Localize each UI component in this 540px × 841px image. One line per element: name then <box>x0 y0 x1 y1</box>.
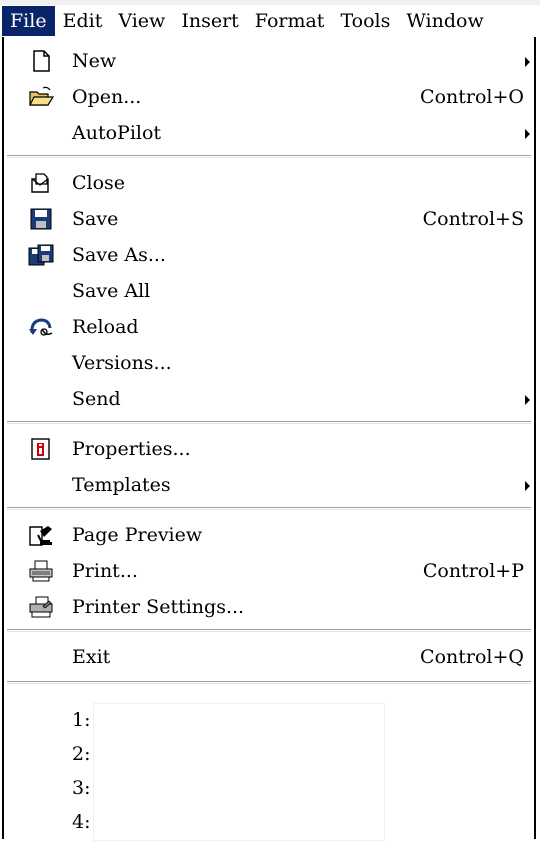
menu-item-label: Save <box>72 208 119 230</box>
menu-item-printer-settings[interactable]: Printer Settings... <box>4 589 534 625</box>
menu-item-label: Printer Settings... <box>72 596 245 618</box>
recent-file-3[interactable]: 3: <box>72 771 102 805</box>
menu-item-label: Open... <box>72 86 142 108</box>
close-document-icon <box>28 171 54 195</box>
menu-item-save-all[interactable]: Save All <box>4 273 534 309</box>
menu-item-close[interactable]: Close <box>4 165 534 201</box>
reload-icon <box>28 315 54 339</box>
menu-item-label: Versions... <box>72 352 172 374</box>
submenu-arrow-icon <box>525 481 530 491</box>
menu-item-print[interactable]: Print... Control+P <box>4 553 534 589</box>
menu-item-page-preview[interactable]: Page Preview <box>4 517 534 553</box>
menu-separator <box>7 421 531 423</box>
menu-format[interactable]: Format <box>247 6 333 36</box>
menu-item-label: Save All <box>72 280 151 302</box>
menu-item-label: Send <box>72 388 121 410</box>
menu-item-label: Properties... <box>72 438 191 460</box>
menu-item-autopilot[interactable]: AutoPilot <box>4 115 534 151</box>
menu-item-label: Reload <box>72 316 139 338</box>
menu-item-shortcut: Control+Q <box>420 646 524 668</box>
page-preview-icon <box>28 523 54 547</box>
menu-item-label: Close <box>72 172 126 194</box>
menu-item-label: Save As... <box>72 244 166 266</box>
menu-separator <box>7 681 531 683</box>
menu-item-new[interactable]: New <box>4 43 534 79</box>
menu-file[interactable]: File <box>2 6 55 36</box>
menu-item-exit[interactable]: Exit Control+Q <box>4 639 534 675</box>
new-document-icon <box>28 49 54 73</box>
menu-item-shortcut: Control+O <box>420 86 524 108</box>
menu-item-templates[interactable]: Templates <box>4 467 534 503</box>
menu-item-label: Page Preview <box>72 524 203 546</box>
menu-item-shortcut: Control+S <box>422 208 524 230</box>
menu-window[interactable]: Window <box>398 6 491 36</box>
menu-item-save-as[interactable]: Save As... <box>4 237 534 273</box>
menu-separator <box>7 507 531 509</box>
menu-item-properties[interactable]: Properties... <box>4 431 534 467</box>
menu-bar: File Edit View Insert Format Tools Windo… <box>0 5 540 37</box>
menu-item-send[interactable]: Send <box>4 381 534 417</box>
menu-separator <box>7 629 531 631</box>
menu-separator <box>7 155 531 157</box>
file-menu-dropdown: New Open... Control+O AutoPilot Close Sa… <box>2 37 536 841</box>
menu-item-label: Templates <box>72 474 171 496</box>
save-as-icon <box>28 243 54 267</box>
menu-item-label: Print... <box>72 560 138 582</box>
open-folder-icon <box>28 85 55 109</box>
menu-item-save[interactable]: Save Control+S <box>4 201 534 237</box>
recent-file-2[interactable]: 2: <box>72 737 102 771</box>
recent-file-1[interactable]: 1: <box>72 703 102 737</box>
recent-file-4[interactable]: 4: <box>72 805 102 839</box>
menu-item-label: New <box>72 50 117 72</box>
menu-item-label: Exit <box>72 646 111 668</box>
submenu-arrow-icon <box>525 57 530 67</box>
menu-item-reload[interactable]: Reload <box>4 309 534 345</box>
menu-item-versions[interactable]: Versions... <box>4 345 534 381</box>
menu-tools[interactable]: Tools <box>332 6 398 36</box>
menu-edit[interactable]: Edit <box>55 6 111 36</box>
recent-files-area <box>93 703 385 841</box>
menu-insert[interactable]: Insert <box>173 6 246 36</box>
submenu-arrow-icon <box>525 395 530 405</box>
properties-icon <box>28 437 54 461</box>
printer-settings-icon <box>28 595 54 619</box>
menu-item-shortcut: Control+P <box>422 560 524 582</box>
menu-item-label: AutoPilot <box>72 122 162 144</box>
save-disk-icon <box>28 207 54 231</box>
printer-icon <box>28 559 54 583</box>
submenu-arrow-icon <box>525 129 530 139</box>
menu-view[interactable]: View <box>110 6 173 36</box>
menu-item-open[interactable]: Open... Control+O <box>4 79 534 115</box>
